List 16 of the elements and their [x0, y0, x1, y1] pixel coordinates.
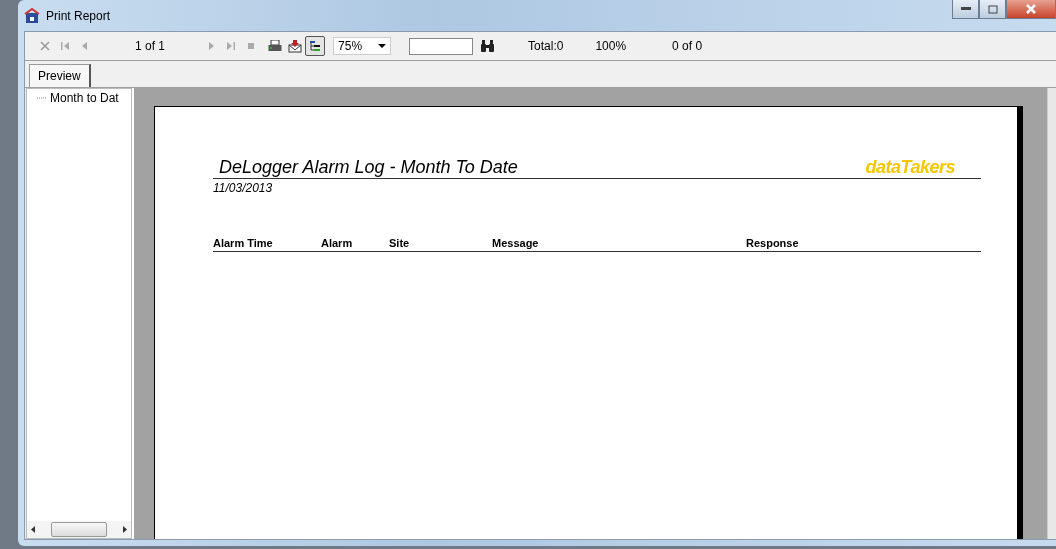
column-header: Response	[746, 237, 800, 249]
company-logo: dataTakers	[865, 157, 955, 178]
column-header: Alarm	[321, 237, 354, 249]
report-date: 11/03/2013	[213, 181, 274, 195]
report-title: DeLogger Alarm Log - Month To Date	[219, 157, 518, 178]
zoom-dropdown[interactable]: 75%	[333, 37, 392, 55]
column-header: Site	[389, 237, 411, 249]
column-header: Alarm Time	[213, 237, 274, 249]
column-header: Message	[492, 237, 540, 249]
total-count: Total:0	[528, 39, 564, 53]
preview-tab[interactable]: Preview	[29, 64, 91, 87]
match-status: 0 of 0	[672, 39, 703, 53]
tree-item[interactable]: Month to Dat	[50, 91, 119, 105]
page-status: 1 of 1	[135, 39, 166, 53]
zoom-percent: 100%	[595, 39, 627, 53]
window-title: Print Report	[46, 8, 111, 23]
